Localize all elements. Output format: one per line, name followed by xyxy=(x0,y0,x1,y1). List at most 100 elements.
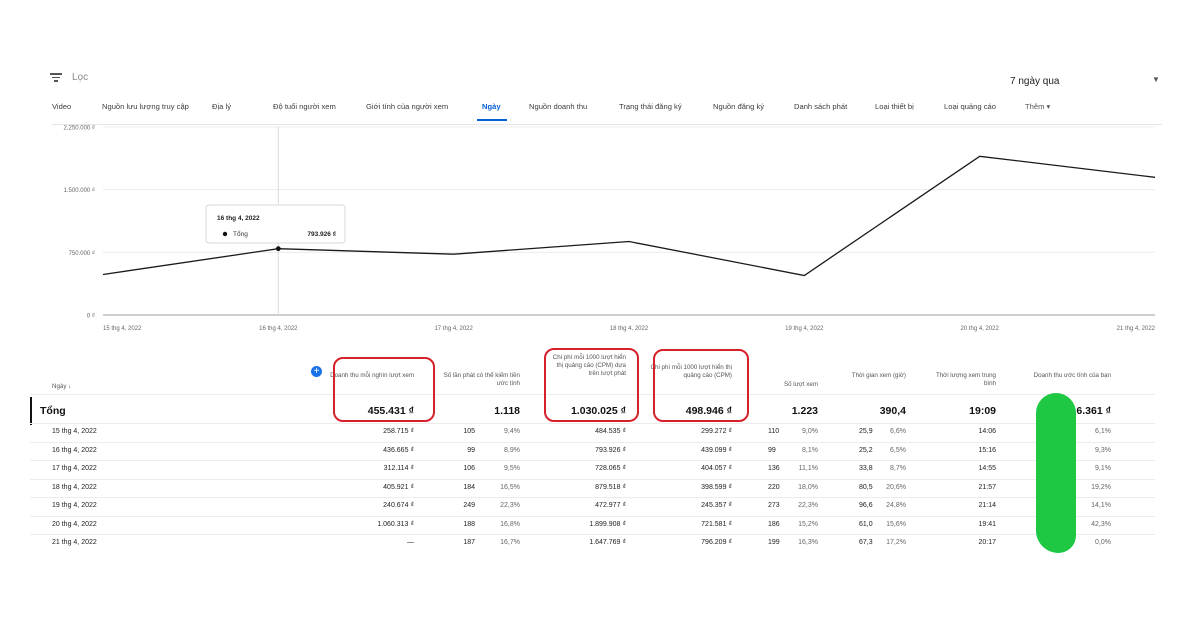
row-rpm: 240.674 ₫ xyxy=(383,502,414,509)
y-tick-label: 750.000 ₫ xyxy=(69,251,95,257)
row-avg-duration: 14:55 xyxy=(978,465,996,472)
row-watch-pct: 24,8% xyxy=(886,502,906,509)
row-monetized-pct: 9,4% xyxy=(504,428,520,435)
row-views-pct: 11,1% xyxy=(798,465,818,472)
row-date: 18 thg 4, 2022 xyxy=(52,483,97,491)
row-avg-duration: 21:14 xyxy=(978,502,996,509)
plus-icon[interactable]: + xyxy=(311,366,322,377)
row-monetized-pct: 16,5% xyxy=(500,483,520,491)
row-views-pct: 16,3% xyxy=(798,539,818,546)
row-monetized-pct: 22,3% xyxy=(500,502,520,509)
tab-viewer-gender[interactable]: Giới tính của người xem xyxy=(366,102,448,111)
tab-viewer-age[interactable]: Độ tuổi người xem xyxy=(273,102,336,111)
row-divider xyxy=(30,478,1155,480)
header-date[interactable]: Ngày ↓ xyxy=(52,383,71,391)
x-tick-label: 21 thg 4, 2022 xyxy=(1117,326,1156,332)
row-playback-cpm: 793.926 ₫ xyxy=(595,446,626,454)
row-watch-pct: 15,6% xyxy=(886,520,906,528)
row-rpm: 258.715 ₫ xyxy=(383,428,414,435)
header-monetized-playbacks[interactable]: Số lần phát có thể kiếm tiền ước tính xyxy=(440,372,520,388)
row-rpm: 1.060.313 ₫ xyxy=(377,520,414,528)
header-avg-view-duration[interactable]: Thời lượng xem trung bình xyxy=(930,372,996,388)
row-monetized-pct: 16,8% xyxy=(500,520,520,528)
row-monetized: 106 xyxy=(463,465,475,472)
row-monetized: 249 xyxy=(463,502,475,509)
total-monetized-playbacks: 1.118 xyxy=(494,405,520,417)
row-views-pct: 15,2% xyxy=(798,520,818,528)
tab-date[interactable]: Ngày xyxy=(482,102,501,111)
tab-subscription-source[interactable]: Nguồn đăng ký xyxy=(713,102,764,111)
tab-playlist[interactable]: Danh sách phát xyxy=(794,102,847,111)
row-cpm: 796.209 ₫ xyxy=(701,539,732,546)
row-date: 15 thg 4, 2022 xyxy=(52,428,97,435)
tab-subscription-status[interactable]: Trạng thái đăng ký xyxy=(619,102,682,111)
row-monetized: 187 xyxy=(463,539,475,546)
row-watch-pct: 20,6% xyxy=(886,483,906,491)
date-range-select[interactable]: 7 ngày qua xyxy=(1010,76,1160,87)
tab-video[interactable]: Video xyxy=(52,102,71,111)
row-divider xyxy=(30,515,1155,517)
tab-device-type[interactable]: Loại thiết bị xyxy=(875,102,914,111)
row-date: 16 thg 4, 2022 xyxy=(52,446,97,454)
active-tab-indicator xyxy=(477,119,507,121)
y-tick-label: 1.500.000 ₫ xyxy=(64,188,95,194)
row-cpm: 398.599 ₫ xyxy=(701,483,732,491)
tab-traffic-source[interactable]: Nguồn lưu lượng truy cập xyxy=(102,102,189,111)
tab-more[interactable]: Thêm ▾ xyxy=(1025,102,1050,111)
header-estimated-revenue[interactable]: Doanh thu ước tính của bạn xyxy=(1020,372,1111,380)
redaction-mark xyxy=(1036,393,1076,553)
filter-icon xyxy=(50,73,62,82)
row-divider xyxy=(30,441,1155,443)
tooltip-series-dot xyxy=(222,231,228,237)
data-point[interactable] xyxy=(275,246,281,252)
row-monetized: 188 xyxy=(463,520,475,528)
tab-revenue-source[interactable]: Nguồn doanh thu xyxy=(529,102,587,111)
header-watch-time[interactable]: Thời gian xem (giờ) xyxy=(840,372,906,380)
row-monetized-pct: 9,5% xyxy=(504,465,520,472)
row-cpm: 721.581 ₫ xyxy=(701,520,732,528)
total-row-marker xyxy=(30,397,32,425)
row-watch-pct: 17,2% xyxy=(886,539,906,546)
tab-ad-type[interactable]: Loại quảng cáo xyxy=(944,102,996,111)
y-tick-label: 2.250.000 ₫ xyxy=(64,126,95,132)
header-views[interactable]: Số lượt xem xyxy=(770,381,818,389)
row-avg-duration: 21:57 xyxy=(978,483,996,491)
row-date: 19 thg 4, 2022 xyxy=(52,502,97,509)
row-rpm: 436.665 ₫ xyxy=(383,446,414,454)
y-tick-label: 0 ₫ xyxy=(87,314,95,320)
highlight-rpm xyxy=(333,357,435,422)
tooltip-series-label: Tổng xyxy=(233,230,248,238)
row-date: 20 thg 4, 2022 xyxy=(52,520,97,528)
tab-geography[interactable]: Địa lý xyxy=(212,102,231,111)
filter-button[interactable]: Lọc xyxy=(50,72,88,83)
row-views-pct: 22,3% xyxy=(798,502,818,509)
tooltip-value: 793.926 ₫ xyxy=(307,231,336,238)
row-rpm: — xyxy=(407,539,414,546)
row-avg-duration: 14:06 xyxy=(978,428,996,435)
highlight-playback-cpm xyxy=(544,348,639,422)
row-monetized-pct: 8,9% xyxy=(504,446,520,454)
row-monetized: 99 xyxy=(467,446,475,454)
row-playback-cpm: 879.518 ₫ xyxy=(595,483,626,491)
caret-down-icon[interactable]: ▼ xyxy=(1152,75,1160,84)
row-cpm: 404.057 ₫ xyxy=(701,465,732,472)
row-monetized-pct: 16,7% xyxy=(500,539,520,546)
row-cpm: 299.272 ₫ xyxy=(701,428,732,435)
row-monetized: 105 xyxy=(463,428,475,435)
row-monetized: 184 xyxy=(463,483,475,491)
date-range-label: 7 ngày qua xyxy=(1010,76,1060,87)
row-divider xyxy=(30,497,1155,498)
row-rpm: 312.114 ₫ xyxy=(383,465,414,472)
row-divider xyxy=(30,423,1155,424)
total-watch-time: 390,4 xyxy=(879,405,906,417)
row-playback-cpm: 472.977 ₫ xyxy=(595,502,626,509)
row-date: 21 thg 4, 2022 xyxy=(52,539,97,546)
tooltip-date: 16 thg 4, 2022 xyxy=(217,215,260,222)
x-tick-label: 16 thg 4, 2022 xyxy=(259,326,298,332)
total-avg-view-duration: 19:09 xyxy=(969,405,996,417)
filter-label: Lọc xyxy=(72,72,89,83)
row-avg-duration: 15:16 xyxy=(978,446,996,454)
row-date: 17 thg 4, 2022 xyxy=(52,465,97,472)
row-playback-cpm: 484.535 ₫ xyxy=(595,428,626,435)
revenue-line-chart: 0 ₫ 750.000 ₫ 1.500.000 ₫ 2.250.000 ₫ 15 th… xyxy=(64,126,1156,333)
